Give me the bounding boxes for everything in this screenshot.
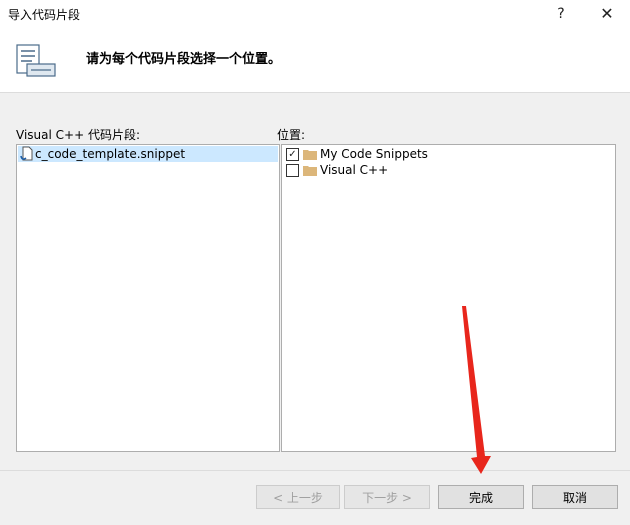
instruction-text: 请为每个代码片段选择一个位置。 bbox=[86, 52, 282, 67]
snippet-file-icon bbox=[20, 146, 33, 161]
location-item-label: My Code Snippets bbox=[320, 147, 428, 161]
location-item-label: Visual C++ bbox=[320, 163, 389, 177]
finish-button[interactable]: 完成 bbox=[438, 485, 524, 509]
snippet-file-name: c_code_template.snippet bbox=[35, 147, 186, 161]
location-item-my-code-snippets[interactable]: ✓ My Code Snippets bbox=[285, 146, 605, 162]
snippet-document-icon bbox=[16, 44, 56, 77]
title-bar: 导入代码片段 ? ✕ bbox=[0, 0, 630, 28]
content-area: Visual C++ 代码片段: 位置: c_code_template.sni… bbox=[0, 92, 630, 471]
location-item-visual-cpp[interactable]: Visual C++ bbox=[285, 162, 605, 178]
snippets-label: Visual C++ 代码片段: bbox=[16, 128, 140, 142]
wizard-header: 请为每个代码片段选择一个位置。 bbox=[0, 28, 630, 92]
help-button[interactable]: ? bbox=[538, 0, 584, 28]
location-label: 位置: bbox=[277, 128, 306, 142]
previous-button[interactable]: < 上一步 bbox=[256, 485, 340, 509]
location-checkbox[interactable] bbox=[286, 164, 299, 177]
location-checkbox[interactable]: ✓ bbox=[286, 148, 299, 161]
snippet-list[interactable]: c_code_template.snippet bbox=[16, 144, 280, 452]
close-button[interactable]: ✕ bbox=[584, 0, 630, 28]
folder-icon bbox=[303, 150, 317, 160]
button-bar: < 上一步 下一步 > 完成 取消 bbox=[0, 470, 630, 525]
cancel-button[interactable]: 取消 bbox=[532, 485, 618, 509]
location-list[interactable]: ✓ My Code Snippets Visual C++ bbox=[281, 144, 616, 452]
window-title: 导入代码片段 bbox=[8, 8, 81, 22]
next-button[interactable]: 下一步 > bbox=[344, 485, 430, 509]
snippet-list-item[interactable]: c_code_template.snippet bbox=[18, 146, 278, 162]
folder-icon bbox=[303, 166, 317, 176]
